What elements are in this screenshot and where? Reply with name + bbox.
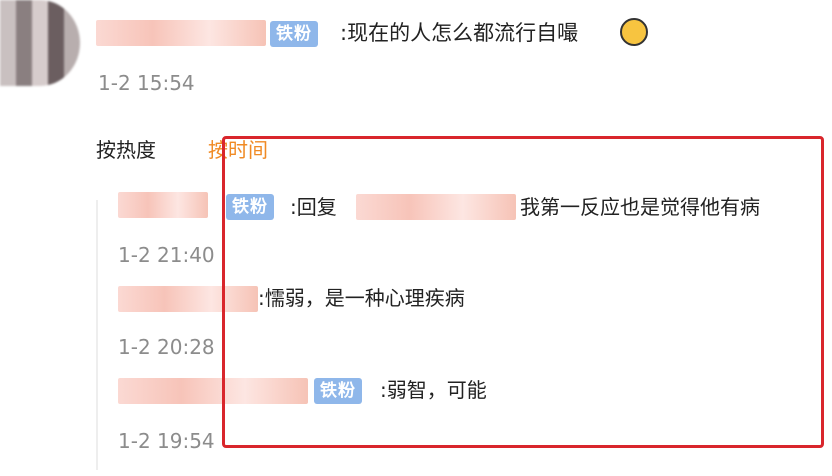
avatar[interactable] (0, 0, 80, 86)
sort-by-hot-tab[interactable]: 按热度 (96, 136, 156, 164)
reply-timestamp: 1-2 20:28 (118, 335, 215, 359)
crying-laugh-emoji-icon (620, 18, 648, 46)
reply-thread-line (96, 200, 98, 470)
reply-username-blurred[interactable] (118, 192, 208, 218)
reply-timestamp: 1-2 19:54 (118, 429, 215, 453)
comment-timestamp: 1-2 15:54 (98, 71, 195, 95)
highlight-box (222, 136, 824, 448)
comment-text: :现在的人怎么都流行自嘬 (340, 21, 579, 45)
username-blurred[interactable] (96, 20, 266, 46)
reply-timestamp: 1-2 21:40 (118, 243, 215, 267)
fan-badge: 铁粉 (270, 21, 318, 47)
